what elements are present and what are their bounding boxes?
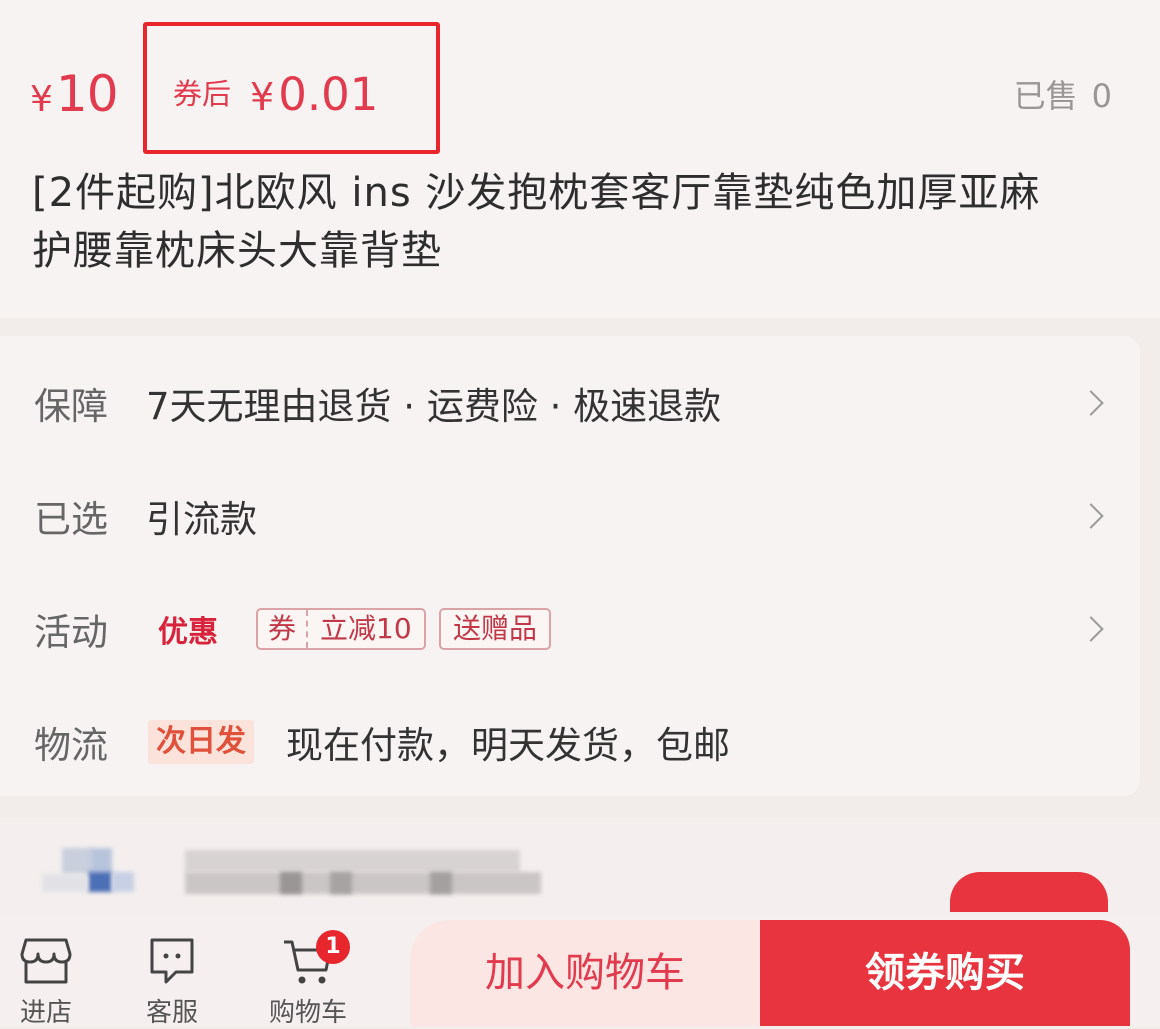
next-day-tag: 次日发 xyxy=(148,720,254,764)
blurred-text xyxy=(185,850,520,872)
coupon-chip-value: 立减10 xyxy=(320,612,412,645)
info-card: 保障 7天无理由退货 · 运费险 · 极速退款 已选 引流款 活动 优惠 券 立… xyxy=(0,336,1140,796)
selected-row[interactable]: 已选 引流款 xyxy=(0,471,1140,561)
currency-symbol: ¥ xyxy=(250,75,275,119)
sold-label: 已售 xyxy=(1013,77,1078,115)
service-label: 客服 xyxy=(145,998,198,1028)
chat-icon xyxy=(150,938,194,984)
coupon-after-label: 券后 xyxy=(173,77,232,111)
blurred-text xyxy=(185,872,541,894)
chevron-right-icon xyxy=(1078,390,1104,416)
price-amount: 10 xyxy=(55,65,119,123)
blurred-text xyxy=(430,872,452,894)
guarantee-row[interactable]: 保障 7天无理由退货 · 运费险 · 极速退款 xyxy=(0,358,1140,448)
selected-label: 已选 xyxy=(34,498,108,541)
cart-label: 购物车 xyxy=(268,998,347,1028)
blurred-block xyxy=(112,872,134,892)
logistics-row: 物流 次日发 现在付款，明天发货，包邮 xyxy=(0,697,1140,787)
product-title: [2件起购]北欧风 ins 沙发抱枕套客厅靠垫纯色加厚亚麻 护腰靠枕床头大靠背垫 xyxy=(32,164,1122,280)
coupon-price-amount: 0.01 xyxy=(278,68,379,121)
gift-chip[interactable]: 送赠品 xyxy=(439,608,552,650)
blurred-block xyxy=(42,874,88,892)
cart-badge: 1 xyxy=(316,930,350,964)
store-icon xyxy=(20,938,72,984)
claim-coupon-buy-button[interactable]: 领券购买 xyxy=(760,920,1130,1026)
chevron-right-icon xyxy=(1078,503,1104,529)
customer-service-button[interactable]: 客服 xyxy=(122,934,222,1029)
coupon-price: ¥0.01 xyxy=(250,66,378,126)
logistics-label: 物流 xyxy=(34,724,108,767)
product-title-line-2: 护腰靠枕床头大靠背垫 xyxy=(32,228,442,274)
red-tab-decoration xyxy=(950,872,1108,912)
blurred-block xyxy=(62,848,92,874)
blurred-block xyxy=(90,848,112,874)
logistics-value: 现在付款，明天发货，包邮 xyxy=(286,724,730,767)
currency-symbol: ¥ xyxy=(30,79,53,120)
coupon-chip-label: 券 xyxy=(258,610,309,648)
sold-number: 0 xyxy=(1091,77,1112,115)
activity-row[interactable]: 活动 优惠 券 立减10 送赠品 xyxy=(0,584,1140,674)
store-button[interactable]: 进店 xyxy=(0,934,96,1029)
blurred-text xyxy=(330,872,352,894)
cart-button[interactable]: 1 购物车 xyxy=(258,930,358,1029)
product-title-line-1: [2件起购]北欧风 ins 沙发抱枕套客厅靠垫纯色加厚亚麻 xyxy=(32,170,1041,216)
bottom-action-bar: 进店 客服 1 购物车 加入购物车 领券购买 xyxy=(0,916,1160,1029)
guarantee-value: 7天无理由退货 · 运费险 · 极速退款 xyxy=(146,385,722,428)
blurred-text xyxy=(280,872,302,894)
activity-label: 活动 xyxy=(34,611,108,654)
coupon-chip[interactable]: 券 立减10 xyxy=(256,608,426,650)
chevron-right-icon xyxy=(1078,616,1104,642)
original-price: ¥10 xyxy=(30,62,119,132)
price-card: ¥10 券后 ¥0.01 已售 0 [2件起购]北欧风 ins 沙发抱枕套客厅靠垫… xyxy=(0,0,1160,318)
add-to-cart-button[interactable]: 加入购物车 xyxy=(410,920,760,1026)
sold-count: 已售 0 xyxy=(1014,74,1112,118)
store-label: 进店 xyxy=(19,998,72,1028)
promo-tag: 优惠 xyxy=(158,615,218,650)
selected-value: 引流款 xyxy=(146,498,257,541)
blurred-block xyxy=(88,872,112,892)
guarantee-label: 保障 xyxy=(34,385,108,428)
